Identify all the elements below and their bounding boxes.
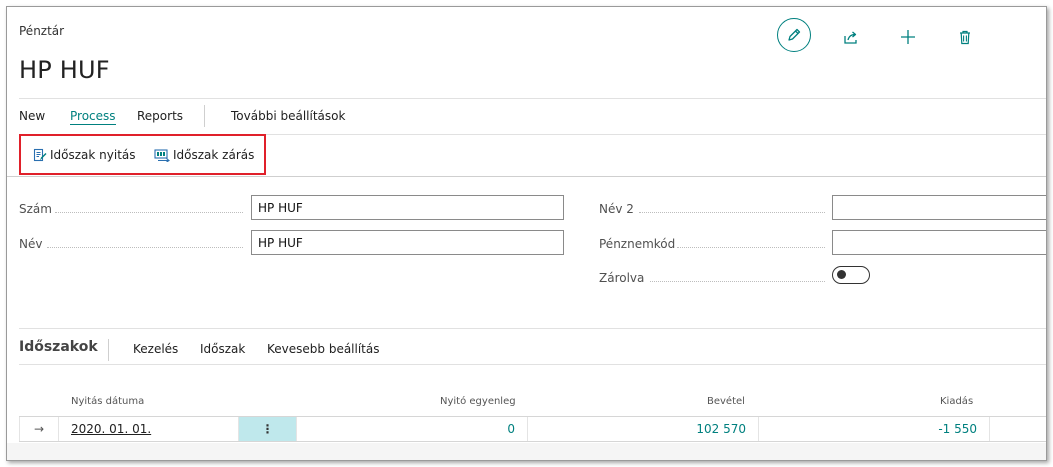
period-menu[interactable]: Időszak (200, 342, 245, 356)
income-cell[interactable]: 102 570 (528, 417, 759, 441)
process-actions-highlight: Időszak nyitás Időszak zárás (19, 134, 266, 175)
divider (19, 328, 1046, 329)
action-bar-separator (204, 105, 205, 127)
opening-date-link[interactable]: 2020. 01. 01. (71, 422, 151, 436)
column-header-opening-date[interactable]: Nyitás dátuma (71, 396, 144, 407)
nev2-label: Név 2 (599, 202, 634, 216)
top-actions (777, 15, 987, 57)
periods-title: Időszakok (19, 339, 98, 355)
row-arrow-icon: → (19, 417, 59, 441)
page-frame: Pénztár HP HUF New Process Reports Továb… (6, 6, 1047, 461)
open-period-icon (33, 148, 47, 162)
column-header-income[interactable]: Bevétel (707, 396, 745, 407)
opening-date-cell[interactable]: 2020. 01. 01. (59, 417, 239, 441)
zarolva-toggle[interactable] (832, 266, 870, 284)
share-button[interactable] (834, 20, 868, 54)
nev-label: Név (19, 237, 43, 251)
periods-separator (108, 339, 109, 361)
divider (19, 98, 1046, 99)
tab-reports[interactable]: Reports (137, 109, 183, 123)
opening-balance-cell[interactable]: 0 (297, 417, 528, 441)
leader-dots (55, 212, 243, 213)
row-actions-menu[interactable]: ⋮ (239, 417, 297, 441)
trash-icon (960, 30, 970, 45)
table-row[interactable]: → 2020. 01. 01. ⋮ 0 102 570 -1 550 (19, 416, 1046, 442)
leader-dots (639, 212, 825, 213)
tab-process[interactable]: Process (70, 109, 116, 125)
tab-new[interactable]: New (19, 109, 45, 123)
nev2-field[interactable] (832, 195, 1046, 220)
zarolva-label: Zárolva (599, 271, 645, 285)
szam-label: Szám (19, 202, 52, 216)
open-period-button[interactable]: Időszak nyitás (33, 148, 136, 162)
column-header-opening-balance[interactable]: Nyitó egyenleg (440, 396, 516, 407)
add-button[interactable] (891, 20, 925, 54)
plus-icon (901, 30, 915, 44)
szam-field[interactable]: HP HUF (251, 195, 564, 220)
close-period-label: Időszak zárás (173, 148, 255, 162)
penznemkod-label: Pénznemkód (599, 237, 676, 251)
delete-button[interactable] (948, 20, 982, 54)
column-header-expense[interactable]: Kiadás (940, 396, 973, 407)
open-period-label: Időszak nyitás (50, 148, 136, 162)
close-period-button[interactable]: Időszak zárás (154, 148, 254, 162)
close-period-icon (154, 149, 170, 162)
divider (19, 364, 1046, 365)
nev-field[interactable]: HP HUF (251, 230, 564, 255)
pencil-icon (788, 28, 801, 41)
manage-menu[interactable]: Kezelés (133, 342, 178, 356)
penznemkod-field[interactable] (832, 230, 1046, 255)
share-icon (844, 31, 857, 44)
edit-button[interactable] (777, 18, 811, 52)
tab-more-options[interactable]: További beállítások (231, 109, 345, 123)
divider (7, 176, 1046, 177)
table-footer (7, 443, 1046, 460)
expense-cell[interactable]: -1 550 (759, 417, 990, 441)
leader-dots (47, 247, 243, 248)
fewer-options-button[interactable]: Kevesebb beállítás (267, 342, 380, 356)
toggle-knob (837, 270, 846, 279)
page-title: HP HUF (19, 56, 110, 84)
breadcrumb: Pénztár (19, 24, 65, 38)
leader-dots (650, 281, 825, 282)
leader-dots (677, 247, 825, 248)
